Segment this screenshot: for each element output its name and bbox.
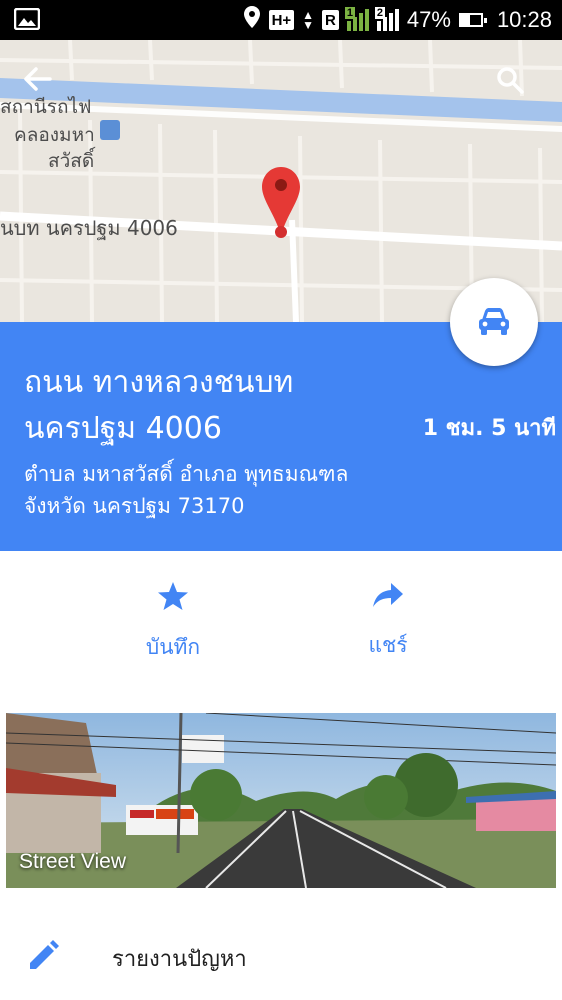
battery-percent: 47% [406, 7, 451, 32]
map-view[interactable]: สถานีรถไฟ คลองมหา สวัสดิ์ นบท นครปฐม 400… [0, 40, 562, 322]
report-problem-row[interactable]: รายงานปัญหา [0, 925, 562, 991]
data-arrows-icon: ▲ ▼ [302, 8, 315, 32]
address-line-2: จังหวัด นครปฐม 73170 [24, 494, 245, 518]
action-bar: บันทึก แชร์ [0, 551, 562, 691]
place-address: ตำบล มหาสวัสดิ์ อำเภอ พุทธมณฑล จังหวัด น… [24, 458, 348, 522]
report-problem-label: รายงานปัญหา [112, 947, 247, 972]
back-button[interactable] [22, 66, 66, 110]
location-icon [243, 5, 261, 35]
directions-button[interactable] [450, 278, 538, 366]
roaming-icon: R [322, 10, 339, 30]
battery-icon [458, 13, 487, 27]
train-station-icon [100, 120, 120, 140]
status-bar: H+ ▲ ▼ R 1 2 47% 10:28 [0, 0, 562, 40]
save-label: บันทึก [145, 635, 201, 659]
search-icon [497, 67, 524, 94]
image-icon [13, 7, 41, 35]
pencil-icon [26, 939, 60, 977]
share-label: แชร์ [368, 633, 408, 657]
map-road-label: นบท นครปฐม 4006 [0, 216, 178, 240]
arrow-back-icon [24, 67, 52, 91]
signal-sim1-icon: 1 [344, 7, 369, 31]
signal-sim2-icon: 2 [374, 7, 399, 31]
street-view-thumbnail[interactable]: Street View [6, 713, 556, 888]
share-button[interactable]: แชร์ [328, 581, 448, 662]
map-station-label-3: สวัสดิ์ [48, 150, 95, 172]
share-arrow-icon [373, 583, 403, 607]
travel-duration: 1 ชม. 5 นาที [422, 416, 556, 441]
clock: 10:28 [496, 7, 552, 32]
car-icon [479, 308, 509, 335]
address-line-1: ตำบล มหาสวัสดิ์ อำเภอ พุทธมณฑล [24, 462, 349, 486]
save-button[interactable]: บันทึก [113, 581, 233, 664]
map-canvas [0, 40, 562, 322]
search-button[interactable] [496, 66, 540, 110]
street-view-label: Street View [19, 850, 126, 873]
network-type-icon: H+ [268, 10, 295, 30]
place-title: ถนน ทางหลวงชนบท นครปฐม 4006 [24, 365, 294, 446]
star-icon [158, 582, 188, 610]
